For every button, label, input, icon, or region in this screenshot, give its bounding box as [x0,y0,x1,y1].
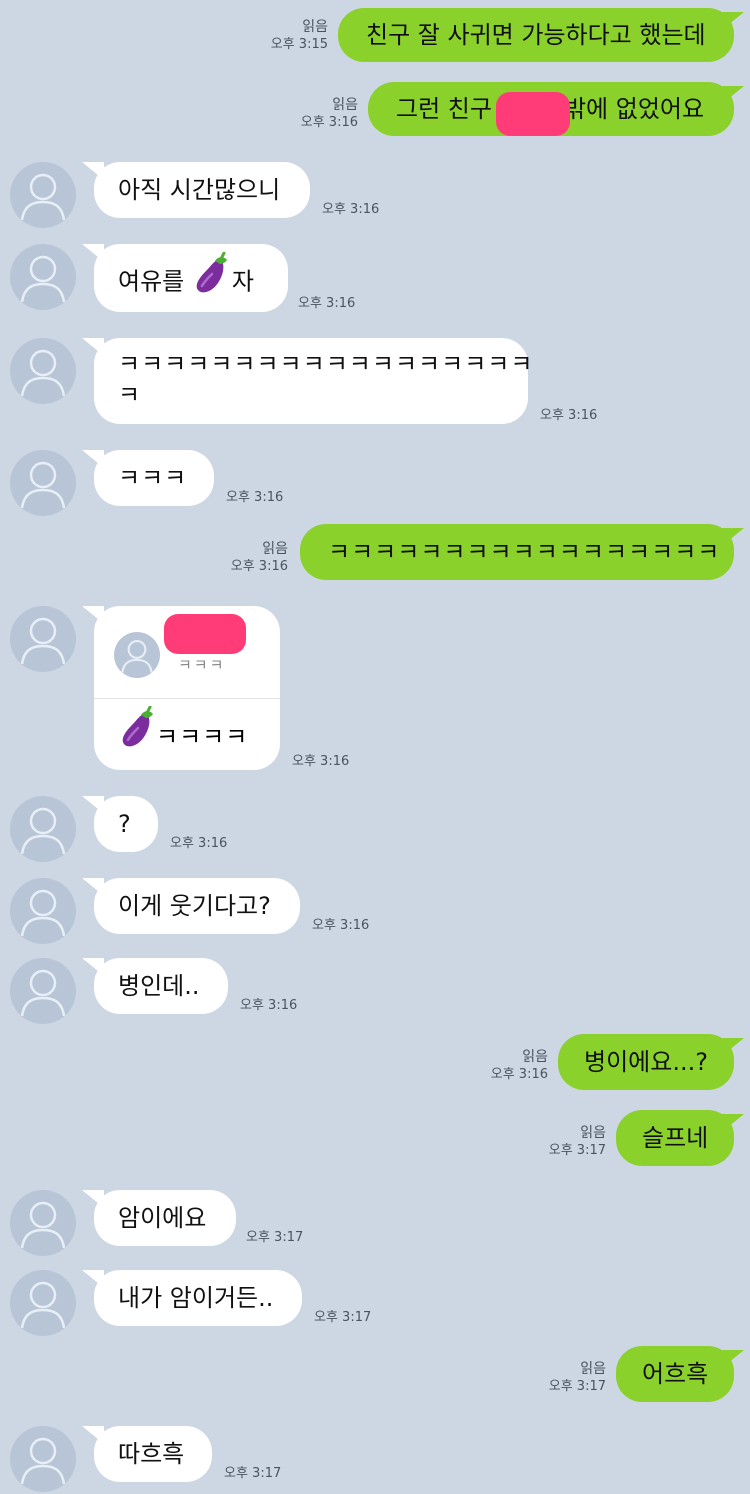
message-text-after: 밖에 없었어요 [563,95,705,123]
default-profile-icon [20,617,66,665]
message-time: 오후 3:16 [226,490,284,505]
message-text: 슬프네 [642,1124,709,1152]
message-text: 아직 시간많으니 [118,176,281,204]
message-text: 병인데.. [118,972,200,1000]
message-text: ? [118,810,131,838]
avatar[interactable] [10,606,76,672]
message-time: 오후 3:17 [548,1379,606,1394]
default-profile-icon [20,1281,66,1329]
message-time: 오후 3:16 [322,202,380,217]
message-text: ㅋㅋㅋ [118,464,188,492]
message-time: 오후 3:17 [246,1230,304,1245]
default-profile-icon [20,807,66,855]
message-text: 어흐흑 [642,1360,709,1388]
avatar[interactable] [10,878,76,944]
read-receipt: 읽음 [580,1125,606,1141]
default-profile-icon [20,969,66,1017]
quoted-text: ㅋㅋㅋ [178,656,226,674]
message-text-before: 여유를 [118,267,192,296]
read-receipt: 읽음 [522,1049,548,1065]
message-time: 오후 3:16 [540,408,598,423]
default-profile-icon [20,255,66,303]
message-time: 오후 3:16 [298,296,356,311]
message-bubble[interactable]: 이게 웃기다고? [94,878,300,934]
message-time: 오후 3:16 [170,836,228,851]
message-text-before: 그런 친구 [396,95,492,123]
default-profile-icon [20,1201,66,1249]
default-profile-icon [20,173,66,221]
message-bubble[interactable]: 아직 시간많으니 [94,162,310,218]
message-time: 오후 3:16 [292,754,350,769]
message-time: 오후 3:16 [240,998,298,1013]
default-profile-icon [20,461,66,509]
default-profile-icon [20,1437,66,1485]
avatar[interactable] [10,796,76,862]
message-bubble[interactable]: 여유를 자 [94,244,288,312]
message-bubble[interactable]: 병이에요...? [558,1034,734,1090]
message-bubble[interactable]: 병인데.. [94,958,228,1014]
avatar[interactable] [10,162,76,228]
message-text-line: ㅋㅋㅋㅋㅋㅋㅋㅋㅋㅋㅋㅋㅋㅋㅋㅋㅋㅋ [118,350,534,378]
censor-mark [164,614,246,654]
read-receipt: 읽음 [332,97,358,113]
message-time: 오후 3:16 [230,559,288,574]
message-text: 암이에요 [118,1204,207,1232]
message-text: 이게 웃기다고? [118,892,271,920]
message-text: 병이에요...? [584,1048,708,1076]
message-time: 오후 3:17 [224,1466,282,1481]
message-time: 오후 3:16 [300,115,358,130]
avatar[interactable] [10,958,76,1024]
message-bubble[interactable]: 친구 잘 사귀면 가능하다고 했는데 [338,8,734,62]
divider [94,698,280,699]
message-text: 따흐흑 [118,1440,185,1468]
censor-mark [496,92,570,136]
message-bubble[interactable]: ㅋㅋㅋㅋㅋㅋㅋㅋㅋㅋㅋㅋㅋㅋㅋㅋㅋㅋ ㅋ [94,338,534,424]
message-time: 오후 3:16 [490,1067,548,1082]
eggplant-emoji [120,705,156,762]
message-time: 오후 3:16 [312,918,370,933]
message-bubble[interactable]: ? [94,796,158,852]
reply-text: ㅋㅋㅋㅋ [156,723,249,751]
avatar[interactable] [10,1270,76,1336]
read-receipt: 읽음 [580,1361,606,1377]
message-text: ㅋㅋㅋㅋㅋㅋㅋㅋㅋㅋㅋㅋㅋㅋㅋㅋㅋ [328,538,721,566]
message-text-line: ㅋ [118,381,142,409]
message-text-after: 자 [231,267,254,296]
default-profile-icon [121,640,153,673]
message-bubble[interactable]: 내가 암이거든.. [94,1270,302,1326]
message-time: 오후 3:17 [548,1143,606,1158]
message-time: 오후 3:17 [314,1310,372,1325]
message-text: 내가 암이거든.. [118,1284,274,1312]
message-bubble[interactable]: 슬프네 [616,1110,734,1166]
message-bubble[interactable]: 따흐흑 [94,1426,212,1482]
eggplant-emoji [194,251,230,305]
message-bubble[interactable]: 어흐흑 [616,1346,734,1402]
default-profile-icon [20,349,66,397]
message-bubble[interactable]: ㅋㅋㅋㅋㅋㅋㅋㅋㅋㅋㅋㅋㅋㅋㅋㅋㅋ [300,524,734,580]
avatar[interactable] [10,450,76,516]
read-receipt: 읽음 [302,19,328,35]
avatar[interactable] [10,338,76,404]
message-bubble[interactable]: 암이에요 [94,1190,236,1246]
message-text: 친구 잘 사귀면 가능하다고 했는데 [366,21,706,49]
message-bubble[interactable]: ㅋㅋㅋ [94,450,214,506]
read-receipt: 읽음 [262,541,288,557]
reply-bubble[interactable]: ㅋㅋㅋ ㅋㅋㅋㅋ [94,606,280,770]
message-time: 오후 3:15 [270,37,328,52]
avatar[interactable] [10,1426,76,1492]
quoted-avatar [114,632,160,678]
avatar[interactable] [10,244,76,310]
default-profile-icon [20,889,66,937]
avatar[interactable] [10,1190,76,1256]
